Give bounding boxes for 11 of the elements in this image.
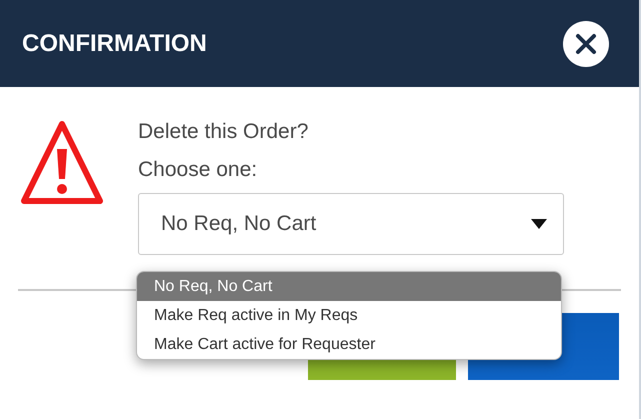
message-text: Delete this Order? [138, 119, 310, 145]
prompt-text: Choose one: [138, 157, 258, 183]
close-icon [575, 32, 597, 54]
warning-icon [20, 119, 104, 207]
dropdown-option[interactable]: No Req, No Cart [137, 272, 561, 301]
close-button[interactable] [563, 20, 609, 66]
dropdown-option[interactable]: Make Cart active for Requester [137, 330, 561, 359]
choice-select[interactable]: No Req, No Cart [138, 193, 564, 255]
caret-icon [531, 219, 547, 229]
window-title: CONFIRMATION [22, 28, 207, 58]
dropdown-option[interactable]: Make Req active in My Reqs [137, 301, 561, 330]
